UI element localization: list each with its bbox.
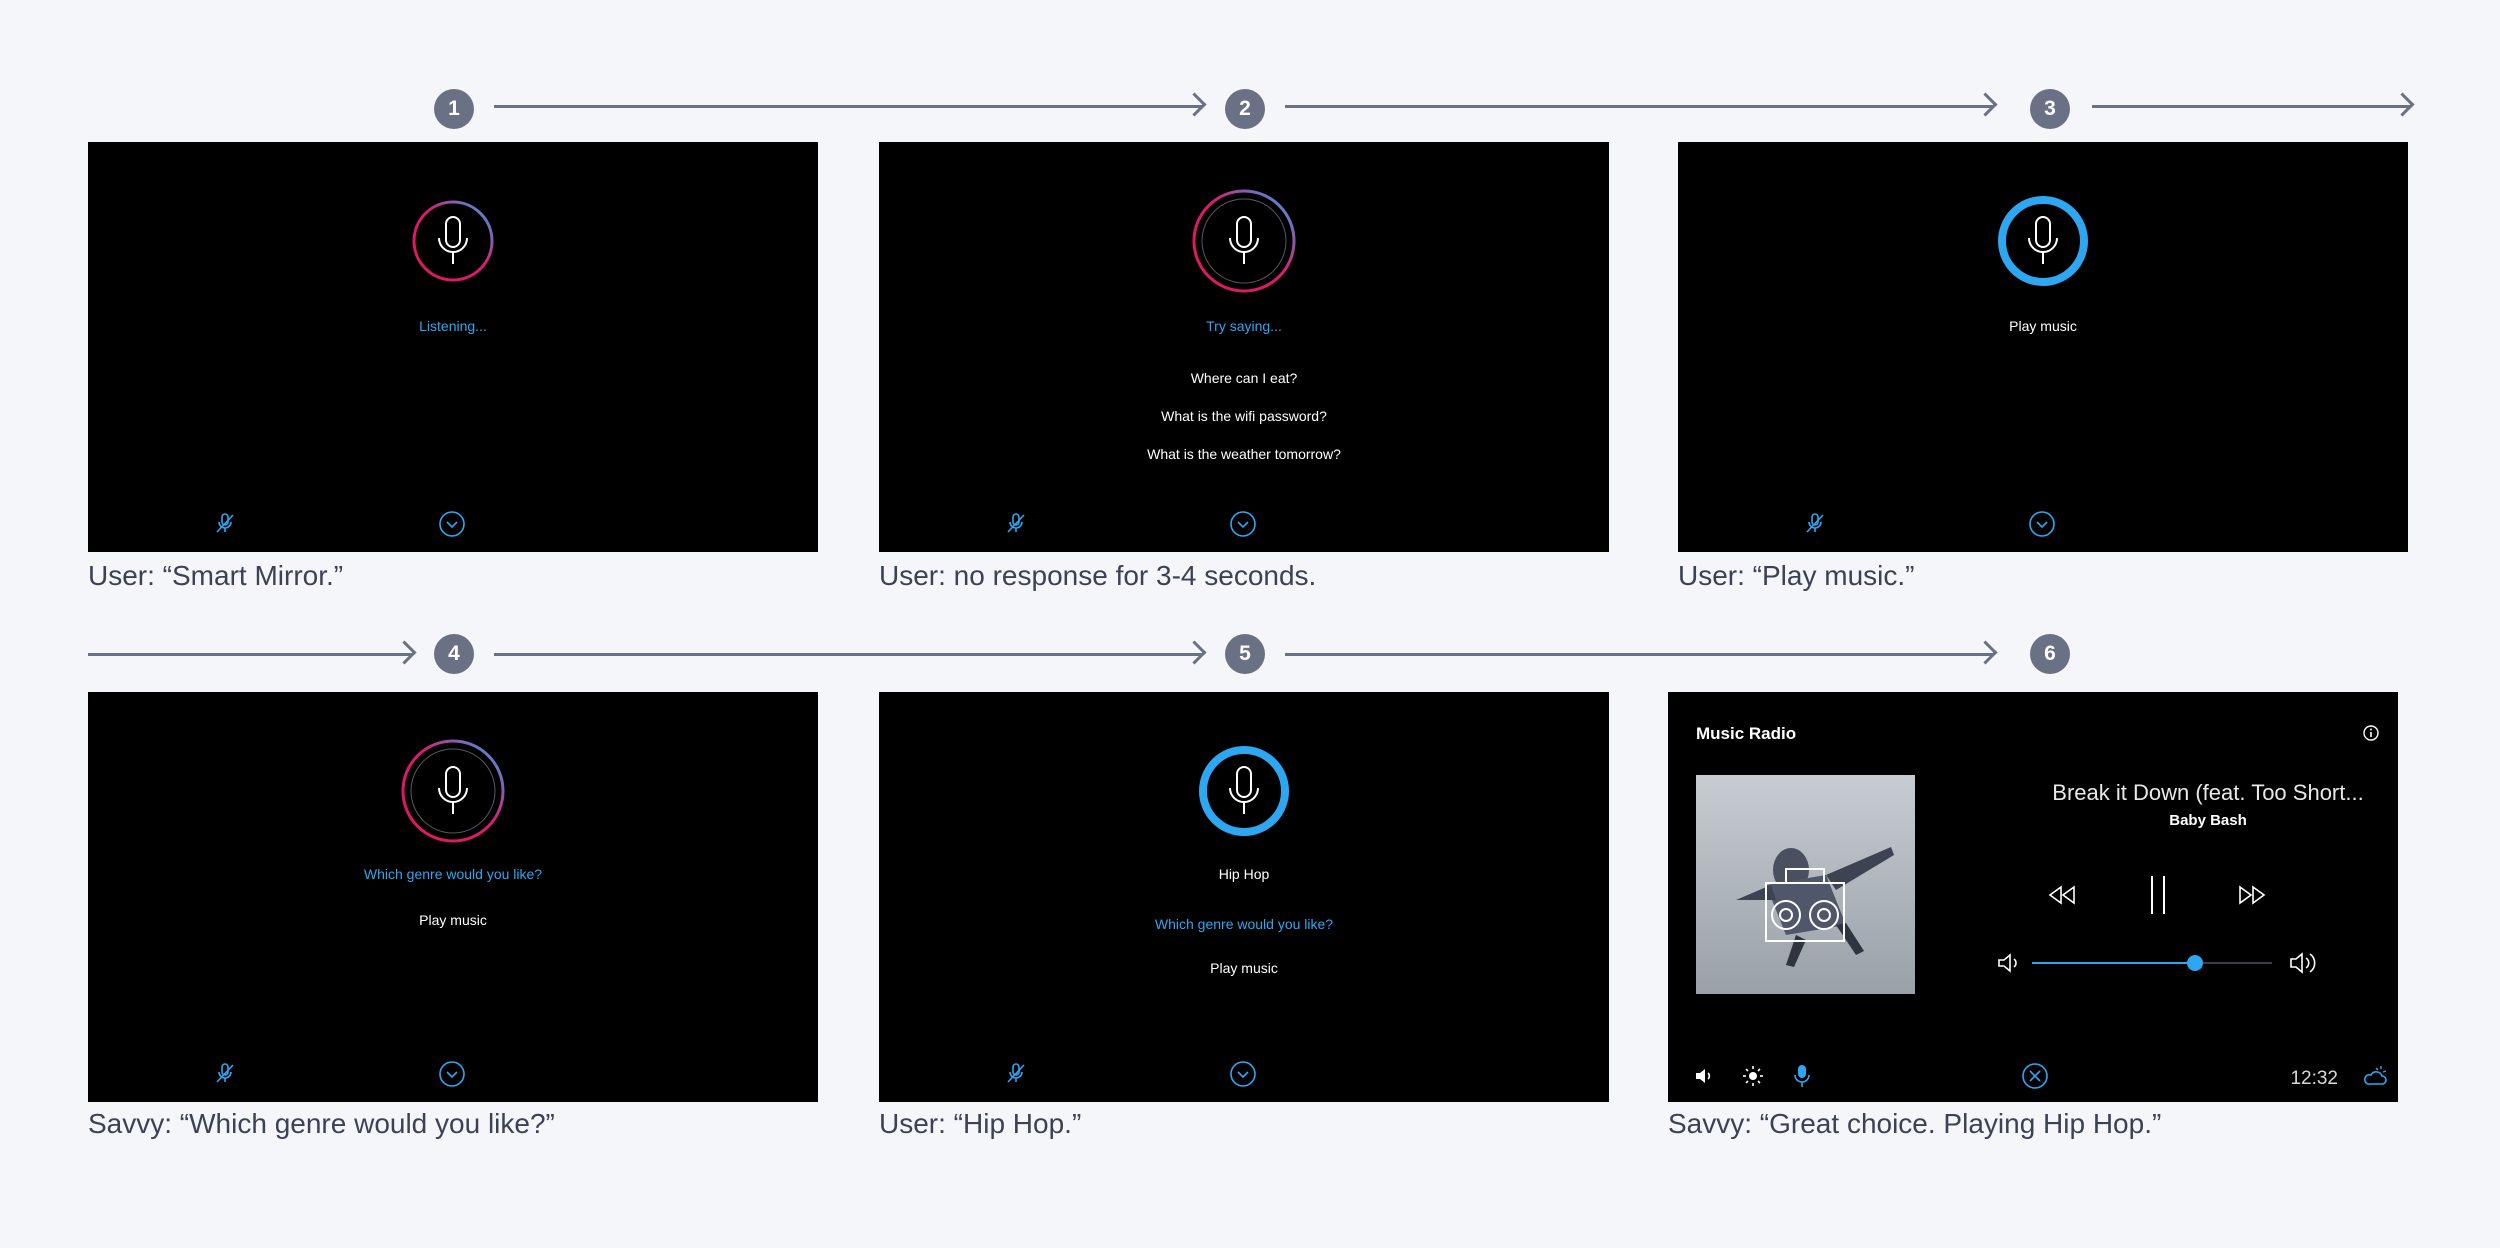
mic-double-ring-icon [401, 739, 505, 843]
caption-step-4: Savvy: “Which genre would you like?” [88, 1108, 555, 1139]
step-badge-2: 2 [1225, 89, 1265, 129]
mic-button[interactable] [400, 738, 506, 844]
transcript-text: Play music [1210, 960, 1278, 976]
screen-step-2: Try saying... Where can I eat? What is t… [879, 142, 1609, 552]
suggestion-text[interactable]: What is the weather tomorrow? [879, 446, 1609, 462]
track-title: Break it Down (feat. Too Short... [2052, 780, 2364, 805]
clock-time: 12:32 [2290, 1068, 2338, 1089]
mic-off-icon[interactable] [1804, 512, 1826, 539]
mic-icon[interactable] [1794, 1064, 1810, 1093]
step-badge-3: 3 [2030, 89, 2070, 129]
player-title: Music Radio [1696, 724, 1797, 743]
mic-button[interactable] [1996, 194, 2090, 288]
chevron-down-icon[interactable] [1229, 510, 1257, 543]
mic-double-ring-icon [1192, 189, 1296, 293]
weather-icon[interactable] [2362, 1064, 2388, 1093]
volume-low-icon[interactable] [1996, 950, 2022, 981]
volume-slider[interactable] [2032, 955, 2272, 971]
mic-active-ring-icon [1199, 746, 1289, 836]
suggestion-text[interactable]: Where can I eat? [879, 370, 1609, 386]
fast-forward-icon[interactable] [2236, 884, 2268, 911]
mic-off-icon[interactable] [1005, 512, 1027, 539]
step-badge-5: 5 [1225, 634, 1265, 674]
screen-step-6-music-player: Music Radio Break it Down (feat. Too Sho… [1668, 692, 2398, 1102]
caption-step-3: User: “Play music.” [1678, 560, 1915, 591]
status-text: Listening... [419, 318, 487, 334]
info-icon[interactable] [2362, 724, 2380, 747]
mic-off-icon[interactable] [214, 512, 236, 539]
mic-button[interactable] [410, 198, 496, 284]
volume-slider-fill [2032, 962, 2196, 964]
screen-step-1: Listening... [88, 142, 818, 552]
caption-step-5: User: “Hip Hop.” [879, 1108, 1082, 1139]
suggestion-text[interactable]: What is the wifi password? [879, 408, 1609, 424]
volume-high-icon[interactable] [2288, 948, 2320, 983]
breakdancer-boombox-art [1736, 847, 1894, 967]
assistant-prompt-text: Which genre would you like? [1154, 916, 1334, 932]
brightness-icon[interactable] [1742, 1065, 1764, 1092]
flow-arrow-2-3 [1285, 105, 1993, 108]
chevron-down-icon[interactable] [1229, 1060, 1257, 1093]
mic-off-icon[interactable] [214, 1062, 236, 1089]
flow-arrow-in-4 [88, 653, 412, 656]
transcript-text: Hip Hop [1218, 866, 1270, 882]
chevron-down-icon[interactable] [2028, 510, 2056, 543]
caption-step-1: User: “Smart Mirror.” [88, 560, 344, 591]
pause-icon[interactable] [2146, 874, 2170, 921]
caption-step-6: Savvy: “Great choice. Playing Hip Hop.” [1668, 1108, 2162, 1139]
volume-slider-thumb[interactable] [2187, 955, 2204, 971]
transcript-text: Play music [2009, 318, 2077, 334]
step-badge-1: 1 [434, 89, 474, 129]
status-text: Try saying... [1206, 318, 1282, 334]
mic-listening-ring-icon [412, 200, 494, 282]
speaker-icon[interactable] [1694, 1066, 1716, 1091]
chevron-down-icon[interactable] [438, 1060, 466, 1093]
close-icon[interactable] [2021, 1062, 2049, 1095]
flow-arrow-1-2 [494, 105, 1202, 108]
album-art [1696, 775, 1915, 994]
step-badge-6: 6 [2030, 634, 2070, 674]
screen-step-4: Which genre would you like? Play music [88, 692, 818, 1102]
transcript-text: Play music [419, 912, 487, 928]
mic-button[interactable] [1191, 188, 1297, 294]
flow-arrow-5-6 [1285, 653, 1993, 656]
screen-step-5: Hip Hop Which genre would you like? Play… [879, 692, 1609, 1102]
flow-arrow-3-out [2092, 105, 2410, 108]
track-artist: Baby Bash [2169, 812, 2247, 829]
flow-arrow-4-5 [494, 653, 1202, 656]
assistant-prompt-text: Which genre would you like? [363, 866, 543, 882]
caption-step-2: User: no response for 3-4 seconds. [879, 560, 1317, 591]
mic-active-ring-icon [1998, 196, 2088, 286]
mic-off-icon[interactable] [1005, 1062, 1027, 1089]
mic-button[interactable] [1197, 744, 1291, 838]
rewind-icon[interactable] [2046, 884, 2078, 911]
screen-step-3: Play music [1678, 142, 2408, 552]
step-badge-4: 4 [434, 634, 474, 674]
chevron-down-icon[interactable] [438, 510, 466, 543]
